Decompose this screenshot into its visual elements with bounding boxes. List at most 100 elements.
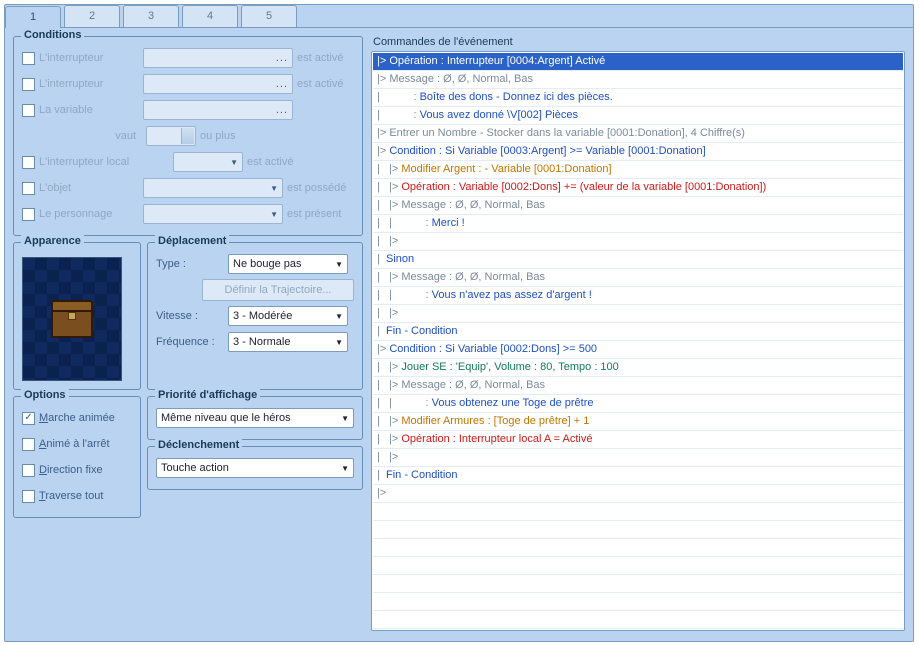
command-line[interactable] — [373, 521, 903, 539]
selfswitch-select[interactable]: ▼ — [173, 152, 243, 172]
options-title: Options — [21, 389, 69, 401]
command-line[interactable] — [373, 503, 903, 521]
command-line[interactable]: | | : Vous n'avez pas assez d'argent ! — [373, 287, 903, 305]
freq-select[interactable]: 3 - Normale▼ — [228, 332, 348, 352]
selfswitch-checkbox[interactable] — [22, 156, 35, 169]
actor-select[interactable]: ▼ — [143, 204, 283, 224]
command-line[interactable]: | |> — [373, 449, 903, 467]
command-line[interactable] — [373, 557, 903, 575]
command-line[interactable]: | |> — [373, 305, 903, 323]
variable-label: La variable — [39, 104, 139, 116]
command-line[interactable]: |> Condition : Si Variable [0002:Dons] >… — [373, 341, 903, 359]
conditions-group: Conditions L'interrupteur ... est activé… — [13, 36, 363, 236]
speed-select[interactable]: 3 - Modérée▼ — [228, 306, 348, 326]
switch2-checkbox[interactable] — [22, 78, 35, 91]
variable-value-spinner[interactable] — [146, 126, 196, 146]
item-label: L'objet — [39, 182, 139, 194]
variable-checkbox[interactable] — [22, 104, 35, 117]
item-select[interactable]: ▼ — [143, 178, 283, 198]
command-line[interactable] — [373, 593, 903, 611]
priority-group: Priorité d'affichage Même niveau que le … — [147, 396, 363, 440]
command-line[interactable]: | | : Merci ! — [373, 215, 903, 233]
command-line[interactable]: | |> Jouer SE : 'Equip', Volume : 80, Te… — [373, 359, 903, 377]
options-group: Options ✓Marche animée Animé à l'arrêt D… — [13, 396, 141, 518]
command-line[interactable]: | |> Opération : Interrupteur local A = … — [373, 431, 903, 449]
command-line[interactable]: | : Vous avez donné \V[002] Pièces — [373, 107, 903, 125]
variable-field[interactable]: ... — [143, 100, 293, 120]
switch1-checkbox[interactable] — [22, 52, 35, 65]
define-route-button[interactable]: Définir la Trajectoire... — [202, 279, 354, 301]
command-line[interactable]: | |> Modifier Armures : [Toge de prêtre]… — [373, 413, 903, 431]
page-body: Conditions L'interrupteur ... est activé… — [5, 27, 913, 641]
switch2-suffix: est activé — [297, 78, 343, 90]
speed-label: Vitesse : — [156, 310, 224, 322]
chevron-down-icon: ▼ — [341, 464, 349, 473]
graphic-preview[interactable] — [22, 257, 122, 381]
movement-type-label: Type : — [156, 258, 224, 270]
command-line[interactable]: | |> — [373, 233, 903, 251]
command-line[interactable]: | Sinon — [373, 251, 903, 269]
command-line[interactable]: |> Entrer un Nombre - Stocker dans la va… — [373, 125, 903, 143]
event-command-list[interactable]: |> Opération : Interrupteur [0004:Argent… — [371, 51, 905, 631]
trigger-select[interactable]: Touche action▼ — [156, 458, 354, 478]
ellipsis-icon: ... — [276, 78, 288, 90]
chevron-down-icon: ▼ — [335, 260, 343, 269]
command-line[interactable]: | | : Vous obtenez une Toge de prêtre — [373, 395, 903, 413]
actor-suffix: est présent — [287, 208, 341, 220]
through-checkbox[interactable] — [22, 490, 35, 503]
step-anim-checkbox[interactable] — [22, 438, 35, 451]
command-line[interactable]: |> Message : Ø, Ø, Normal, Bas — [373, 71, 903, 89]
left-column: Conditions L'interrupteur ... est activé… — [13, 36, 363, 631]
ellipsis-icon: ... — [276, 52, 288, 64]
chevron-down-icon: ▼ — [341, 414, 349, 423]
command-line[interactable]: | |> Message : Ø, Ø, Normal, Bas — [373, 377, 903, 395]
command-line[interactable]: | |> Modifier Argent : - Variable [0001:… — [373, 161, 903, 179]
commands-title: Commandes de l'événement — [371, 36, 905, 48]
conditions-title: Conditions — [21, 29, 84, 41]
movement-type-select[interactable]: Ne bouge pas▼ — [228, 254, 348, 274]
command-line[interactable]: |> — [373, 485, 903, 503]
walk-anim-checkbox[interactable]: ✓ — [22, 412, 35, 425]
command-line[interactable]: | |> Message : Ø, Ø, Normal, Bas — [373, 197, 903, 215]
item-checkbox[interactable] — [22, 182, 35, 195]
priority-select[interactable]: Même niveau que le héros▼ — [156, 408, 354, 428]
direction-fix-label: Direction fixe — [39, 464, 103, 476]
page-tab-2[interactable]: 2 — [64, 5, 120, 27]
actor-label: Le personnage — [39, 208, 139, 220]
command-line[interactable]: | : Boîte des dons - Donnez ici des pièc… — [373, 89, 903, 107]
switch1-field[interactable]: ... — [143, 48, 293, 68]
appearance-group: Apparence — [13, 242, 141, 390]
page-tab-5[interactable]: 5 — [241, 5, 297, 27]
switch1-label: L'interrupteur — [39, 52, 139, 64]
actor-checkbox[interactable] — [22, 208, 35, 221]
command-line[interactable] — [373, 575, 903, 593]
ellipsis-icon: ... — [276, 104, 288, 116]
variable-mid-label: vaut — [42, 130, 142, 142]
chevron-down-icon: ▼ — [335, 312, 343, 321]
command-line[interactable]: |> Condition : Si Variable [0003:Argent]… — [373, 143, 903, 161]
movement-group: Déplacement Type : Ne bouge pas▼ Définir… — [147, 242, 363, 390]
chevron-down-icon: ▼ — [335, 338, 343, 347]
page-tab-4[interactable]: 4 — [182, 5, 238, 27]
item-suffix: est possédé — [287, 182, 346, 194]
page-tab-1[interactable]: 1 — [5, 6, 61, 28]
command-line[interactable] — [373, 611, 903, 629]
command-line[interactable]: |> Opération : Interrupteur [0004:Argent… — [373, 53, 903, 71]
priority-title: Priorité d'affichage — [155, 389, 260, 401]
command-line[interactable]: | |> Message : Ø, Ø, Normal, Bas — [373, 269, 903, 287]
command-line[interactable]: | |> Opération : Variable [0002:Dons] +=… — [373, 179, 903, 197]
switch2-label: L'interrupteur — [39, 78, 139, 90]
right-column: Commandes de l'événement |> Opération : … — [371, 36, 905, 631]
event-page-editor: 12345 Conditions L'interrupteur ... est … — [4, 4, 914, 642]
direction-fix-checkbox[interactable] — [22, 464, 35, 477]
command-line[interactable]: | Fin - Condition — [373, 467, 903, 485]
command-line[interactable]: | Fin - Condition — [373, 323, 903, 341]
trigger-group: Déclenchement Touche action▼ — [147, 446, 363, 490]
chest-sprite — [51, 300, 93, 338]
chevron-down-icon: ▼ — [270, 210, 278, 219]
selfswitch-label: L'interrupteur local — [39, 156, 169, 168]
command-line[interactable] — [373, 539, 903, 557]
appearance-title: Apparence — [21, 235, 84, 247]
page-tab-3[interactable]: 3 — [123, 5, 179, 27]
switch2-field[interactable]: ... — [143, 74, 293, 94]
